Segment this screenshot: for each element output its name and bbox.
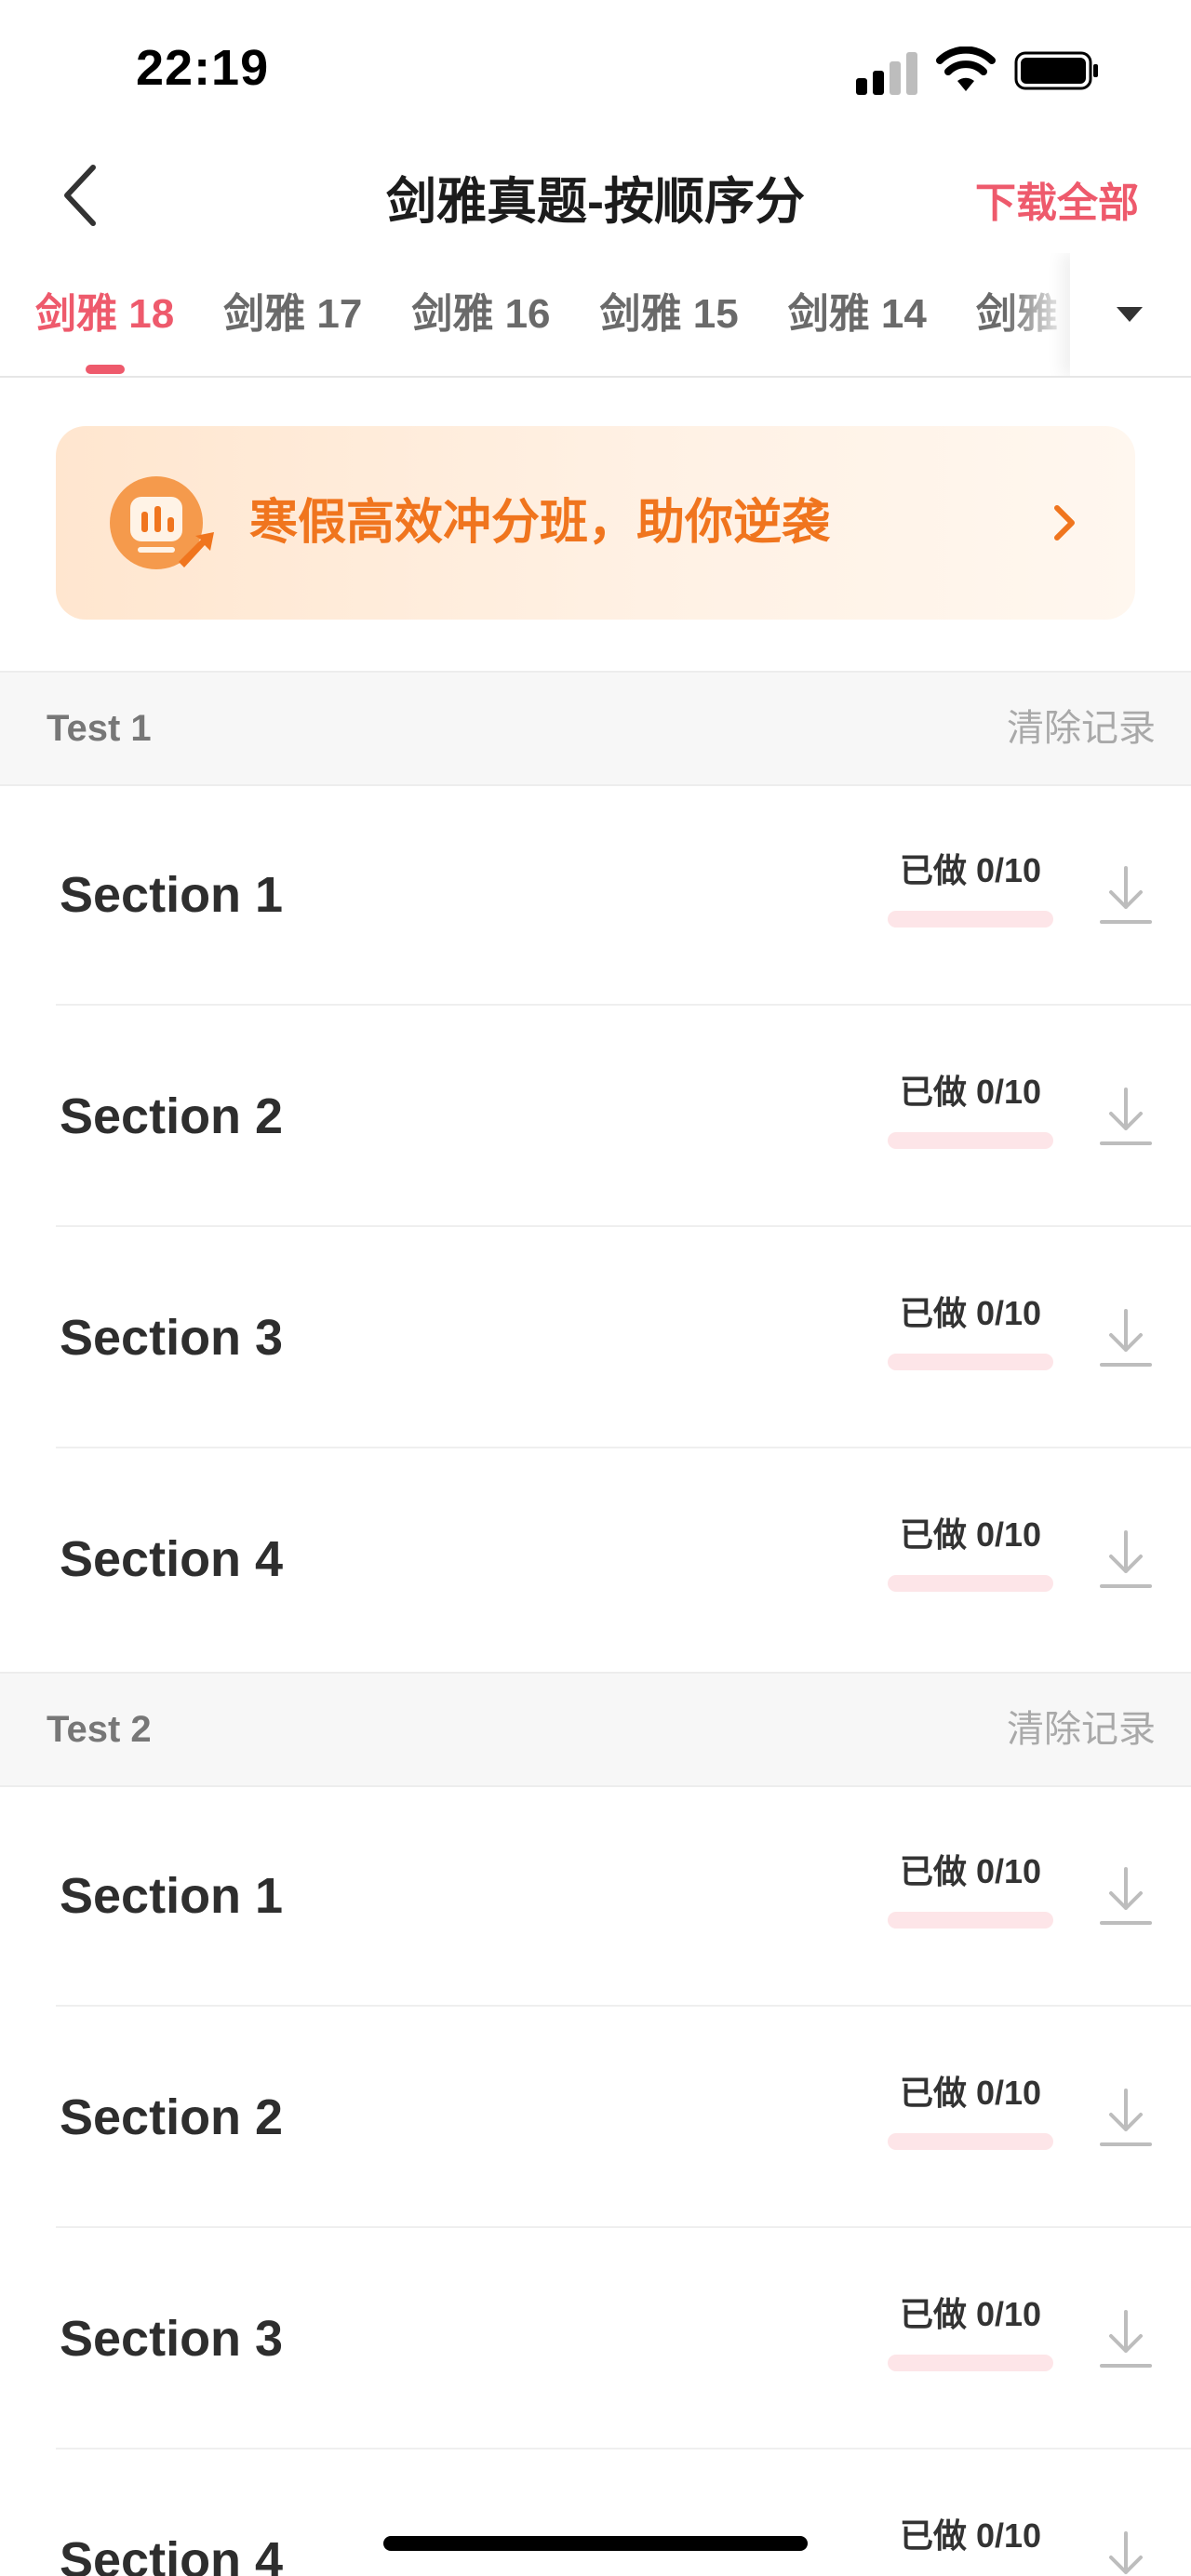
download-icon[interactable]: [1098, 2306, 1154, 2371]
download-icon[interactable]: [1098, 1863, 1154, 1929]
progress-label: 已做 0/10: [899, 851, 1042, 889]
cellular-signal-icon: [856, 47, 921, 95]
section-title: Section 4: [60, 1531, 284, 1587]
section-row[interactable]: Section 2 已做 0/10: [0, 1006, 1191, 1227]
progress-bar: [888, 2133, 1053, 2150]
tab-fade: [1005, 253, 1070, 376]
section-row[interactable]: Section 3 已做 0/10: [0, 2228, 1191, 2449]
active-tab-indicator: [85, 365, 125, 374]
wifi-icon: [936, 47, 996, 91]
section-title: Section 3: [60, 1310, 284, 1366]
tab-cambridge-14[interactable]: 剑雅 14: [788, 253, 927, 376]
progress-label: 已做 0/10: [899, 2516, 1042, 2555]
download-icon[interactable]: [1098, 1527, 1154, 1592]
progress-bar: [888, 911, 1053, 928]
nav-bar: 剑雅真题-按顺序分 下载全部: [0, 140, 1191, 255]
download-icon[interactable]: [1098, 1084, 1154, 1149]
section-row[interactable]: Section 3 已做 0/10: [0, 1227, 1191, 1448]
section-title: Section 4: [60, 2532, 284, 2576]
download-all-button[interactable]: 下载全部: [975, 169, 1139, 229]
section-title: Section 3: [60, 2311, 284, 2367]
tab-list: 剑雅 18 剑雅 17 剑雅 16 剑雅 15 剑雅 14 剑雅 13: [35, 253, 1164, 376]
progress-indicator: 已做 0/10: [888, 1290, 1053, 1370]
progress-label: 已做 0/10: [899, 1515, 1042, 1554]
clear-records-button[interactable]: 清除记录: [1007, 1674, 1156, 1785]
progress-bar: [888, 1132, 1053, 1149]
progress-indicator: 已做 0/10: [888, 1849, 1053, 1929]
progress-indicator: 已做 0/10: [888, 848, 1053, 928]
status-bar: 22:19: [0, 0, 1191, 140]
tab-more-button[interactable]: [1070, 253, 1191, 376]
chevron-right-icon: [1054, 505, 1075, 541]
tab-cambridge-15[interactable]: 剑雅 15: [600, 253, 739, 376]
progress-label: 已做 0/10: [899, 2295, 1042, 2333]
test-title: Test 1: [47, 708, 152, 749]
tab-bar: 剑雅 18 剑雅 17 剑雅 16 剑雅 15 剑雅 14 剑雅 13: [0, 253, 1191, 378]
section-row[interactable]: Section 4 已做 0/10: [0, 2449, 1191, 2576]
progress-label: 已做 0/10: [899, 1294, 1042, 1332]
promo-banner[interactable]: 寒假高效冲分班，助你逆袭: [56, 426, 1135, 620]
tab-label: 剑雅 14: [787, 291, 927, 337]
section-row[interactable]: Section 2 已做 0/10: [0, 2007, 1191, 2228]
section-title: Section 1: [60, 1868, 284, 1924]
tab-label: 剑雅 18: [35, 291, 175, 337]
download-icon[interactable]: [1098, 862, 1154, 928]
tab-label: 剑雅 17: [223, 291, 363, 337]
progress-bar: [888, 1912, 1053, 1929]
section-title: Section 2: [60, 1088, 284, 1144]
test-header: Test 1 清除记录: [0, 671, 1191, 786]
progress-indicator: 已做 0/10: [888, 2070, 1053, 2150]
tab-cambridge-17[interactable]: 剑雅 17: [223, 253, 362, 376]
progress-bar: [888, 1575, 1053, 1592]
tab-cambridge-16[interactable]: 剑雅 16: [411, 253, 550, 376]
progress-bar: [888, 1354, 1053, 1370]
download-icon[interactable]: [1098, 2528, 1154, 2576]
course-mascot-icon: [110, 476, 214, 569]
status-time: 22:19: [136, 40, 270, 96]
test-header: Test 2 清除记录: [0, 1672, 1191, 1787]
test-title: Test 2: [47, 1709, 152, 1750]
download-icon[interactable]: [1098, 1305, 1154, 1370]
tab-label: 剑雅 16: [411, 291, 551, 337]
tab-cambridge-18[interactable]: 剑雅 18: [35, 253, 174, 376]
home-indicator[interactable]: [383, 2536, 808, 2551]
progress-label: 已做 0/10: [899, 2074, 1042, 2112]
progress-indicator: 已做 0/10: [888, 2513, 1053, 2576]
clear-records-button[interactable]: 清除记录: [1007, 673, 1156, 784]
section-title: Section 2: [60, 2089, 284, 2145]
progress-label: 已做 0/10: [899, 1073, 1042, 1111]
progress-indicator: 已做 0/10: [888, 2291, 1053, 2371]
progress-indicator: 已做 0/10: [888, 1069, 1053, 1149]
battery-icon: [1014, 51, 1098, 90]
section-row[interactable]: Section 1 已做 0/10: [0, 784, 1191, 1006]
progress-bar: [888, 2355, 1053, 2371]
progress-label: 已做 0/10: [899, 1852, 1042, 1890]
caret-down-icon: [1117, 307, 1143, 322]
banner-text: 寒假高效冲分班，助你逆袭: [249, 496, 831, 550]
progress-indicator: 已做 0/10: [888, 1512, 1053, 1592]
tab-label: 剑雅 15: [599, 291, 739, 337]
section-row[interactable]: Section 4 已做 0/10: [0, 1448, 1191, 1670]
download-icon[interactable]: [1098, 2085, 1154, 2150]
section-title: Section 1: [60, 867, 284, 923]
section-row[interactable]: Section 1 已做 0/10: [0, 1785, 1191, 2007]
